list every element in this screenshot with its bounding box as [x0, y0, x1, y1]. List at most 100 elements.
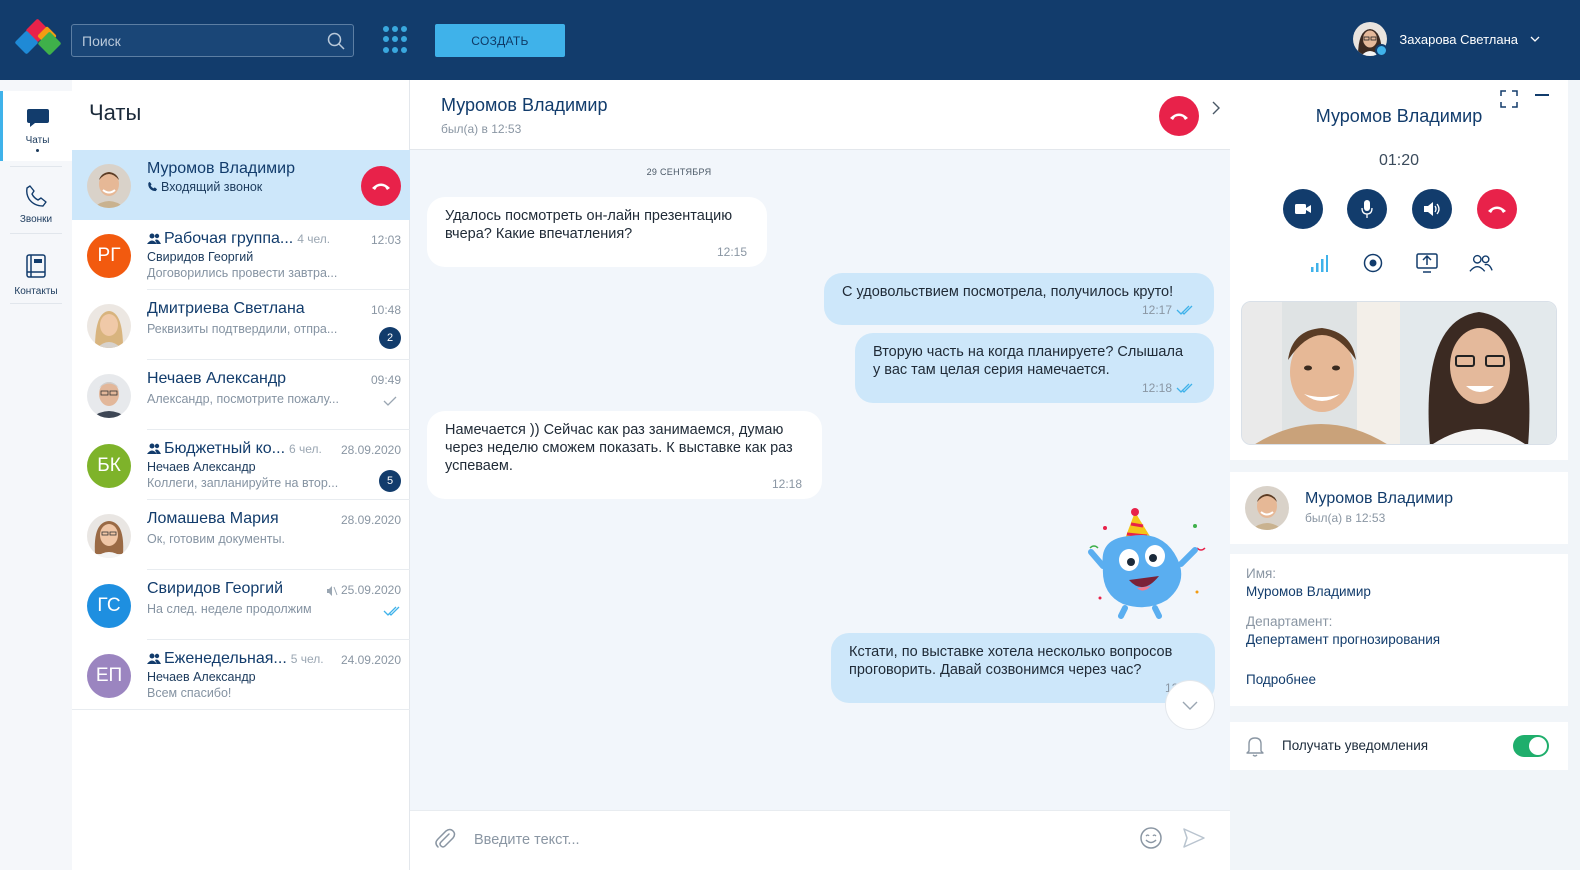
chat-name: Муромов Владимир	[147, 160, 295, 177]
phone-icon	[26, 185, 47, 207]
message-time: 12:18	[771, 477, 802, 491]
chevron-down-icon[interactable]	[1530, 36, 1540, 42]
avatar: ЕП	[87, 654, 131, 698]
attach-icon[interactable]	[434, 828, 456, 850]
chat-name: Еженедельная... 5 чел.	[147, 650, 324, 668]
notifications-row: Получать уведомления	[1230, 722, 1568, 770]
call-contact-name: Муромов Владимир	[1315, 106, 1483, 126]
avatar	[87, 374, 131, 418]
end-call-button[interactable]	[1159, 96, 1199, 136]
read-check-icon	[383, 396, 397, 406]
collapse-panel-button[interactable]	[1212, 101, 1220, 120]
rail-item-chats[interactable]: Чаты	[0, 91, 72, 161]
notifications-toggle[interactable]	[1513, 735, 1549, 757]
bell-icon	[1246, 737, 1264, 757]
unread-badge: 5	[379, 470, 401, 492]
apps-grid-icon[interactable]	[383, 26, 407, 54]
hang-up-icon	[1170, 113, 1188, 120]
notifications-label: Получать уведомления	[1282, 738, 1429, 753]
name-label: Имя:	[1246, 566, 1277, 581]
logo[interactable]	[14, 18, 62, 58]
chat-preview: Всем спасибо!	[147, 686, 232, 700]
unread-badge: 2	[379, 327, 401, 349]
contact-name: Муромов Владимир	[1305, 490, 1453, 507]
message-input[interactable]	[474, 827, 1074, 853]
muted-icon	[327, 586, 338, 596]
video-toggle-button[interactable]	[1283, 189, 1323, 229]
screen-share-icon	[1416, 253, 1438, 273]
chat-item-nechaev[interactable]: Нечаев Александр 09:49 Александр, посмот…	[72, 360, 410, 430]
participants-icon	[1469, 254, 1493, 272]
search-input[interactable]	[72, 25, 322, 56]
create-button[interactable]: Создать	[435, 24, 565, 57]
chat-item-muromov[interactable]: Муромов Владимир Входящий звонок	[72, 150, 410, 220]
speaker-icon	[1424, 202, 1440, 216]
remote-video-feed	[1242, 302, 1400, 444]
rail-item-calls[interactable]: Звонки	[0, 168, 72, 238]
contact-status: был(а) в 12:53	[1305, 511, 1386, 525]
speaker-toggle-button[interactable]	[1412, 189, 1452, 229]
group-icon	[147, 653, 161, 664]
call-details-panel: Муромов Владимир 01:20 Муромов Владимир …	[1230, 80, 1580, 870]
chat-time: 24.09.2020	[340, 653, 401, 667]
user-menu[interactable]: Захарова Светлана	[1353, 22, 1540, 57]
microphone-icon	[1361, 200, 1373, 218]
message-incoming[interactable]: Намечается )) Сейчас как раз занимаемся,…	[427, 411, 822, 499]
signal-bars-icon	[1311, 255, 1328, 272]
message-outgoing[interactable]: С удовольствием посмотрела, получилось к…	[824, 273, 1214, 325]
chat-name: Ломашева Мария	[147, 510, 279, 527]
record-button[interactable]	[1361, 251, 1385, 275]
chevron-right-icon	[1212, 101, 1220, 115]
name-value: Муромов Владимир	[1246, 584, 1371, 599]
message-outgoing[interactable]: Вторую часть на когда планируете? Слышал…	[855, 333, 1214, 403]
department-label: Департамент:	[1246, 614, 1333, 629]
conversation-panel: Муромов Владимир был(а) в 12:53 29 сентя…	[410, 80, 1230, 870]
left-rail: Чаты Звонки Контакты	[0, 80, 72, 870]
screen-share-button[interactable]	[1415, 251, 1439, 275]
conversation-title[interactable]: Муромов Владимир	[441, 95, 607, 116]
chat-item-work-group[interactable]: РГ Рабочая группа... 4 чел. 12:03 Свиридо…	[72, 220, 410, 290]
scroll-to-bottom-button[interactable]	[1165, 680, 1215, 730]
mic-toggle-button[interactable]	[1347, 189, 1387, 229]
chat-sender: Нечаев Александр	[147, 460, 256, 474]
contact-info: Имя: Муромов Владимир Департамент: Депер…	[1230, 554, 1568, 706]
end-call-button[interactable]	[361, 166, 401, 206]
video-preview[interactable]	[1241, 301, 1557, 445]
chat-item-dmitrieva[interactable]: Дмитриева Светлана 10:48 Реквизиты подтв…	[72, 290, 410, 360]
rail-label: Чаты	[25, 135, 50, 146]
chat-item-lomasheva[interactable]: Ломашева Мария 28.09.2020 Ок, готовим до…	[72, 500, 410, 570]
avatar	[87, 514, 131, 558]
send-icon[interactable]	[1183, 828, 1205, 848]
rail-label: Звонки	[19, 214, 53, 225]
contacts-book-icon	[26, 254, 46, 278]
chat-item-weekly[interactable]: ЕП Еженедельная... 5 чел. 24.09.2020 Неча…	[72, 640, 410, 710]
hang-up-button[interactable]	[1477, 189, 1517, 229]
participants-button[interactable]	[1469, 251, 1493, 275]
message-time: 12:18	[1142, 379, 1194, 397]
party-monster-sticker[interactable]	[1085, 508, 1215, 620]
chat-name: Дмитриева Светлана	[147, 300, 305, 317]
signal-quality-button[interactable]	[1307, 251, 1331, 275]
emoji-icon[interactable]	[1139, 826, 1163, 850]
chat-sender: Свиридов Георгий	[147, 250, 254, 264]
active-call-card: Муромов Владимир 01:20	[1230, 80, 1568, 460]
chat-item-budget[interactable]: БК Бюджетный ко... 6 чел. 28.09.2020 Неча…	[72, 430, 410, 500]
contact-summary[interactable]: Муромов Владимир был(а) в 12:53	[1230, 472, 1568, 544]
search-icon[interactable]	[327, 32, 345, 50]
rail-label: Контакты	[14, 286, 58, 297]
chat-preview: На след. неделе продолжим	[147, 602, 312, 616]
chat-name: Нечаев Александр	[147, 370, 287, 387]
minimize-button[interactable]	[1535, 94, 1549, 96]
chat-item-sviridov[interactable]: ГС Свиридов Георгий 25.09.2020 На след. …	[72, 570, 410, 640]
hang-up-icon	[372, 183, 390, 190]
user-name: Захарова Светлана	[1399, 31, 1518, 47]
chat-preview: Договорились провести завтра...	[147, 266, 338, 280]
group-icon	[147, 443, 161, 454]
conversation-header: Муромов Владимир был(а) в 12:53	[410, 80, 1230, 150]
message-time: 12:17	[1142, 301, 1194, 319]
message-incoming[interactable]: Удалось посмотреть он-лайн презентацию в…	[427, 197, 767, 267]
search-box	[71, 24, 354, 57]
message-outgoing[interactable]: Кстати, по выставке хотела несколько воп…	[831, 633, 1215, 703]
rail-item-contacts[interactable]: Контакты	[0, 238, 72, 308]
more-details-link[interactable]: Подробнее	[1246, 672, 1316, 687]
